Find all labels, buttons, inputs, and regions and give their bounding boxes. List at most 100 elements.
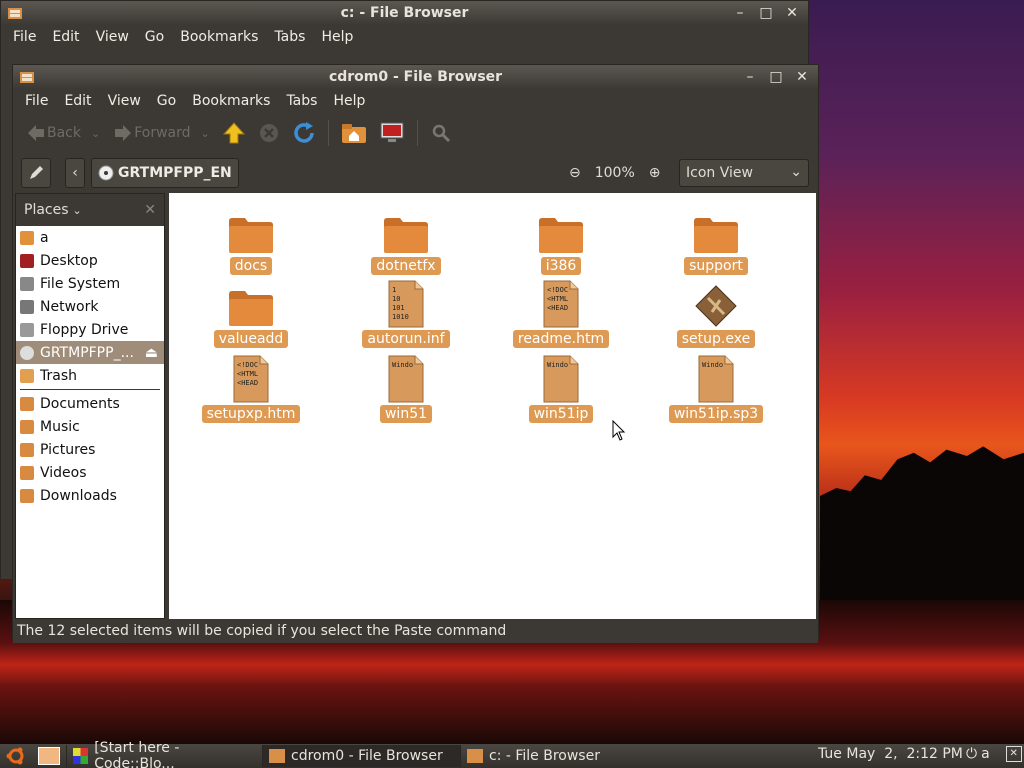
menu-bookmarks[interactable]: Bookmarks bbox=[184, 93, 278, 109]
view-mode-select[interactable]: Icon View ⌄ bbox=[679, 159, 809, 187]
sidebar-item-grtmpfpp[interactable]: GRTMPFPP_... ⏏ bbox=[16, 341, 164, 364]
shutdown-icon[interactable]: ✕ bbox=[1005, 746, 1022, 762]
file-label: win51 bbox=[379, 405, 433, 423]
sidebar-item-file-system[interactable]: File System bbox=[16, 272, 164, 295]
minimize-icon[interactable]: – bbox=[730, 3, 750, 23]
main-menu-button[interactable] bbox=[0, 745, 32, 767]
cdrom-icon bbox=[20, 345, 34, 360]
folder-icon bbox=[656, 205, 776, 255]
window-titlebar[interactable]: cdrom0 - File Browser – □ ✕ bbox=[13, 65, 818, 89]
icon-view[interactable]: docs dotnetfx i386 support valueadd 1 10 101 101… bbox=[169, 193, 816, 619]
sidebar-item-a[interactable]: a bbox=[16, 226, 164, 249]
places-list: a Desktop File System Network Floppy Drive GR… bbox=[16, 226, 164, 387]
menu-edit[interactable]: Edit bbox=[56, 93, 99, 109]
task-codeblocks[interactable]: [Start here - Code::Blo... bbox=[66, 740, 262, 768]
sidebar-item-trash[interactable]: Trash bbox=[16, 364, 164, 387]
close-icon[interactable]: ✕ bbox=[782, 3, 802, 23]
reload-icon bbox=[294, 122, 314, 143]
zoom-out-icon[interactable]: ⊖ bbox=[569, 165, 581, 181]
sidebar-item-network[interactable]: Network bbox=[16, 295, 164, 318]
task-c-browser[interactable]: c: - File Browser bbox=[460, 745, 658, 767]
menu-go[interactable]: Go bbox=[137, 29, 172, 45]
search-button[interactable] bbox=[426, 118, 456, 148]
stop-button[interactable] bbox=[254, 118, 284, 148]
window-title: cdrom0 - File Browser bbox=[328, 69, 503, 85]
menu-file[interactable]: File bbox=[17, 93, 56, 109]
show-desktop-button[interactable] bbox=[32, 745, 66, 767]
sidebar-item-pictures[interactable]: Pictures bbox=[16, 438, 164, 461]
sidebar-title: Places bbox=[24, 202, 69, 218]
sidebar-item-documents[interactable]: Documents bbox=[16, 392, 164, 415]
file-item-win51ip[interactable]: Windo win51ip bbox=[501, 353, 621, 423]
folder-icon bbox=[20, 419, 34, 434]
path-left-button[interactable]: ‹ bbox=[65, 158, 85, 188]
file-item-dotnetfx[interactable]: dotnetfx bbox=[346, 205, 466, 275]
sidebar-item-label: Documents bbox=[40, 395, 120, 412]
file-item-valueadd[interactable]: valueadd bbox=[191, 278, 311, 348]
chevron-down-icon[interactable]: ⌄ bbox=[91, 127, 100, 140]
file-item-autorun-inf[interactable]: 1 10 101 1010 autorun.inf bbox=[346, 278, 466, 348]
menu-tabs[interactable]: Tabs bbox=[278, 93, 325, 109]
ubuntu-logo-icon bbox=[6, 747, 24, 765]
file-item-docs[interactable]: docs bbox=[191, 205, 311, 275]
floppy-icon bbox=[20, 322, 34, 337]
eject-icon[interactable]: ⏏ bbox=[145, 345, 158, 361]
mouse-cursor bbox=[612, 420, 626, 441]
file-cabinet-icon bbox=[20, 72, 34, 83]
menu-view[interactable]: View bbox=[100, 93, 149, 109]
menu-file[interactable]: File bbox=[5, 29, 44, 45]
zoom-in-icon[interactable]: ⊕ bbox=[649, 165, 661, 181]
chevron-down-icon[interactable]: ⌄ bbox=[201, 127, 210, 140]
sidebar-item-videos[interactable]: Videos bbox=[16, 461, 164, 484]
file-item-win51ip-sp3[interactable]: Windo win51ip.sp3 bbox=[656, 353, 776, 423]
forward-button[interactable]: Forward ⌄ bbox=[108, 118, 214, 148]
sidebar-item-music[interactable]: Music bbox=[16, 415, 164, 438]
home-button[interactable] bbox=[337, 118, 371, 148]
html-file-icon: <!DOC <HTML <HEAD bbox=[501, 278, 621, 328]
close-sidebar-icon[interactable]: ✕ bbox=[144, 202, 156, 218]
sidebar-item-floppy-drive[interactable]: Floppy Drive bbox=[16, 318, 164, 341]
close-icon[interactable]: ✕ bbox=[792, 67, 812, 87]
clock[interactable]: Tue May 2, 2:12 PM bbox=[818, 746, 963, 762]
window-content: Places ⌄ ✕ a Desktop File System Network Flo… bbox=[13, 193, 818, 619]
up-button[interactable] bbox=[218, 118, 250, 148]
task-cdrom-browser[interactable]: cdrom0 - File Browser bbox=[262, 745, 460, 767]
file-item-win51[interactable]: Windo win51 bbox=[346, 353, 466, 423]
reload-button[interactable] bbox=[288, 118, 320, 148]
back-button[interactable]: Back ⌄ bbox=[21, 118, 104, 148]
folder-icon bbox=[20, 442, 34, 457]
zoom-level[interactable]: 100% bbox=[595, 165, 635, 181]
sidebar-item-downloads[interactable]: Downloads bbox=[16, 484, 164, 507]
edit-location-button[interactable] bbox=[21, 158, 51, 188]
menu-go[interactable]: Go bbox=[149, 93, 184, 109]
minimize-icon[interactable]: – bbox=[740, 67, 760, 87]
menu-edit[interactable]: Edit bbox=[44, 29, 87, 45]
sidebar-item-desktop[interactable]: Desktop bbox=[16, 249, 164, 272]
menu-help[interactable]: Help bbox=[313, 29, 361, 45]
up-arrow-icon bbox=[222, 122, 245, 144]
folder-icon bbox=[191, 205, 311, 255]
menu-view[interactable]: View bbox=[88, 29, 137, 45]
file-item-setup-exe[interactable]: setup.exe bbox=[656, 278, 776, 348]
file-item-readme-htm[interactable]: <!DOC <HTML <HEAD readme.htm bbox=[501, 278, 621, 348]
user-menu[interactable]: ⏻ a ✕ bbox=[966, 746, 1022, 762]
sidebar-item-label: File System bbox=[40, 275, 121, 292]
file-item-support[interactable]: support bbox=[656, 205, 776, 275]
maximize-icon[interactable]: □ bbox=[766, 67, 786, 87]
svg-text:<HTML: <HTML bbox=[237, 370, 258, 378]
menu-tabs[interactable]: Tabs bbox=[266, 29, 313, 45]
forward-arrow-icon bbox=[115, 125, 132, 141]
back-window-titlebar[interactable]: c: - File Browser – □ ✕ bbox=[1, 1, 808, 25]
cdrom-file-browser-window[interactable]: cdrom0 - File Browser – □ ✕ File Edit Vi… bbox=[12, 64, 819, 643]
places-sidebar: Places ⌄ ✕ a Desktop File System Network Flo… bbox=[15, 193, 165, 619]
file-item-i386[interactable]: i386 bbox=[501, 205, 621, 275]
file-item-setupxp-htm[interactable]: <!DOC <HTML <HEAD setupxp.htm bbox=[191, 353, 311, 423]
svg-text:<!DOC: <!DOC bbox=[547, 286, 568, 294]
svg-text:1010: 1010 bbox=[392, 313, 409, 321]
menu-bookmarks[interactable]: Bookmarks bbox=[172, 29, 266, 45]
menu-help[interactable]: Help bbox=[325, 93, 373, 109]
sidebar-header[interactable]: Places ⌄ ✕ bbox=[16, 194, 164, 226]
computer-button[interactable] bbox=[375, 118, 409, 148]
maximize-icon[interactable]: □ bbox=[756, 3, 776, 23]
breadcrumb-cdrom[interactable]: GRTMPFPP_EN bbox=[91, 158, 239, 188]
